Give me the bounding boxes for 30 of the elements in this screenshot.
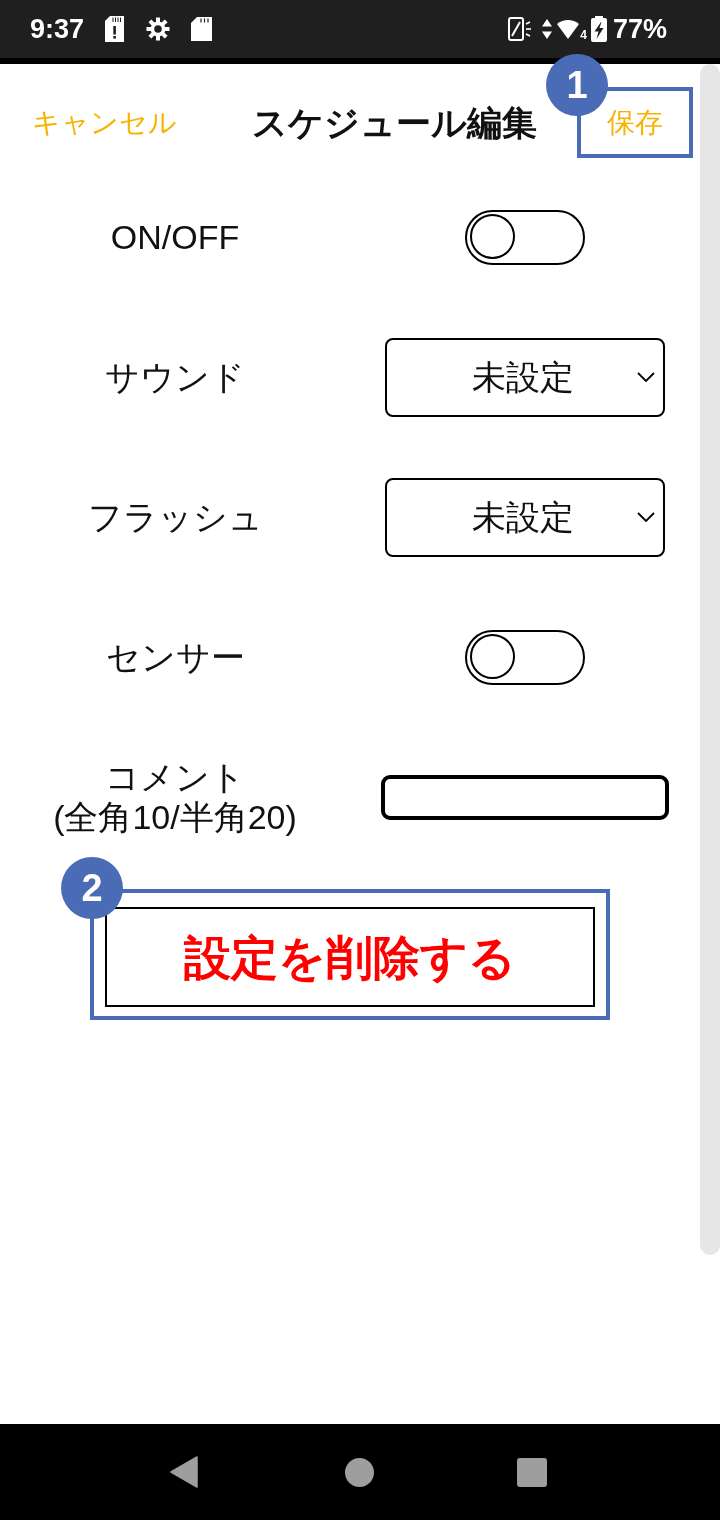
data-arrows-icon (542, 19, 553, 39)
setting-label: サウンド (104, 357, 246, 397)
battery-percent: 77% (612, 15, 667, 43)
sd-card-icon (191, 17, 213, 41)
dropdown-select[interactable]: 未設定 (385, 477, 665, 557)
home-icon[interactable] (345, 1457, 374, 1487)
callout-badge: 2 (61, 857, 123, 919)
recents-icon[interactable] (517, 1457, 547, 1487)
gear-icon (146, 17, 171, 41)
back-icon[interactable] (170, 1456, 198, 1488)
battery-charging-icon (590, 16, 607, 42)
setting-label: コメント (104, 757, 246, 797)
setting-label: センサー (104, 637, 246, 677)
wifi-icon (557, 19, 580, 39)
toggle-switch[interactable] (465, 209, 585, 265)
time-text: 9:37 (30, 15, 85, 43)
input-field[interactable] (381, 774, 669, 820)
chevron-icon (637, 512, 655, 522)
character-limit-note: (全角10/半角20) (52, 797, 298, 837)
screen-title: スケジュール編集 (252, 101, 537, 144)
setting-label: ON/OFF (109, 217, 241, 257)
callout-badge: 1 (546, 54, 608, 116)
toggle-switch[interactable] (465, 629, 585, 685)
setting-label: フラッシュ (86, 497, 264, 537)
phone-icon (508, 17, 533, 41)
chevron-icon (637, 372, 655, 382)
delete-button[interactable]: 設定を削除する (105, 907, 595, 1007)
network-label: 4 (580, 29, 587, 41)
sd-card-alert-icon (105, 16, 125, 42)
dropdown-select[interactable]: 未設定 (385, 337, 665, 417)
